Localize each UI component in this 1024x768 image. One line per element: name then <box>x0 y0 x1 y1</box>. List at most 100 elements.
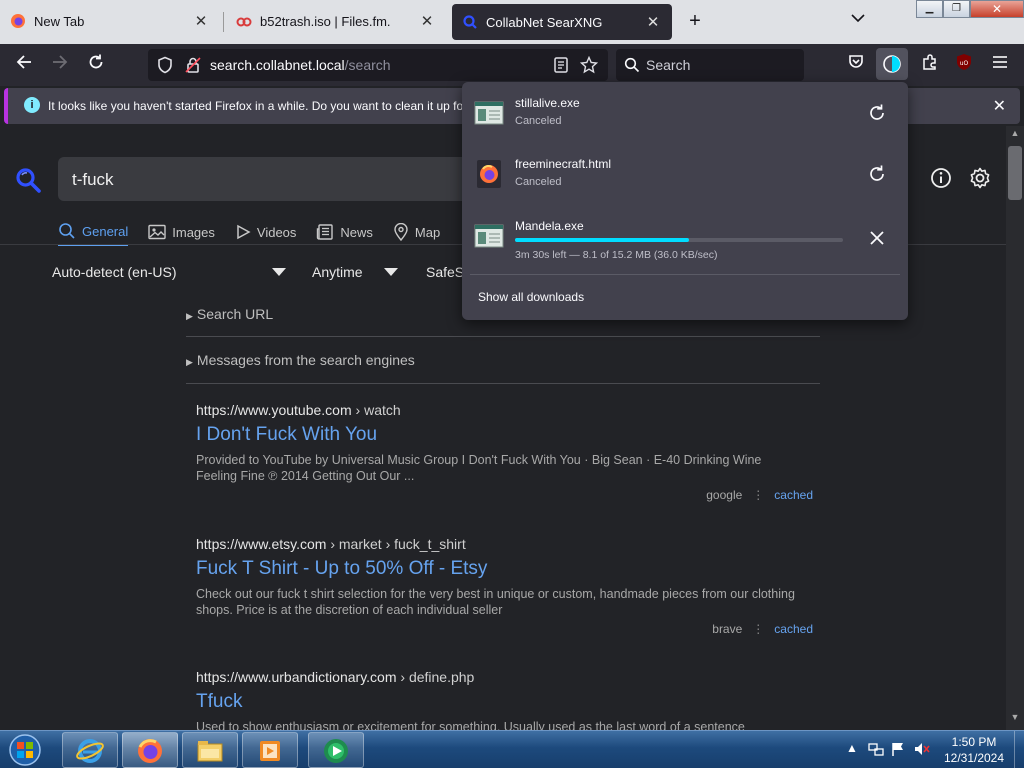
download-item[interactable]: freeminecraft.html Canceled <box>470 147 900 203</box>
download-progress-fill <box>515 238 689 242</box>
ublock-origin-button[interactable]: uO <box>952 53 976 77</box>
info-circle-icon[interactable] <box>930 167 952 189</box>
menu-button[interactable] <box>988 53 1012 77</box>
search-input[interactable]: t-fuck <box>58 157 478 201</box>
scrollbar-thumb[interactable] <box>1008 146 1022 200</box>
result-title-link[interactable]: I Don't Fuck With You <box>196 424 816 446</box>
cancel-icon[interactable] <box>866 227 888 249</box>
engine-messages-toggle[interactable]: ▶ Messages from the search engines <box>186 352 820 368</box>
tab-new-tab[interactable]: New Tab ✕ <box>0 2 220 40</box>
extensions-button[interactable] <box>918 53 942 77</box>
tab-images[interactable]: Images <box>148 218 215 246</box>
tab-label: General <box>82 223 129 239</box>
notification-close-button[interactable]: ✕ <box>993 96 1006 116</box>
triangle-right-icon: ▶ <box>186 311 193 321</box>
volume-muted-icon[interactable] <box>914 741 930 757</box>
search-result: https://www.youtube.com › watch I Don't … <box>196 402 816 512</box>
insecure-lock-icon[interactable] <box>184 56 202 74</box>
safesearch-select[interactable]: SafeS <box>426 264 464 280</box>
tab-title: b52trash.iso | Files.fm. <box>260 13 391 29</box>
page-scrollbar[interactable]: ▲ ▼ <box>1006 126 1024 730</box>
result-url[interactable]: https://www.urbandictionary.com › define… <box>196 669 816 685</box>
result-url[interactable]: https://www.etsy.com › market › fuck_t_s… <box>196 536 816 552</box>
close-icon[interactable]: ✕ <box>644 13 662 31</box>
language-select[interactable]: Auto-detect (en-US) <box>52 264 177 280</box>
close-icon[interactable]: ✕ <box>192 12 210 30</box>
taskbar-internet-explorer[interactable] <box>62 732 118 768</box>
reload-button[interactable] <box>84 53 108 77</box>
shield-icon[interactable] <box>156 56 174 74</box>
show-desktop-button[interactable] <box>1014 731 1024 768</box>
download-item-in-progress[interactable]: Mandela.exe 3m 30s left — 8.1 of 15.2 MB… <box>470 209 900 265</box>
download-status: Canceled <box>515 115 562 127</box>
network-icon[interactable] <box>868 741 884 757</box>
caret-down-icon[interactable] <box>272 268 286 276</box>
file-explorer-icon <box>197 741 223 762</box>
result-title-link[interactable]: Fuck T Shirt - Up to 50% Off - Etsy <box>196 558 816 580</box>
play-icon <box>237 224 251 240</box>
show-hidden-icons-arrow-icon[interactable]: ▲ <box>844 741 860 757</box>
tab-label: Images <box>172 224 215 240</box>
retry-icon[interactable] <box>866 163 888 185</box>
action-center-flag-icon[interactable] <box>890 741 906 757</box>
list-all-tabs-button[interactable] <box>848 11 868 33</box>
notification-text: It looks like you haven't started Firefo… <box>48 99 468 113</box>
reader-view-icon[interactable] <box>552 56 570 74</box>
caret-down-icon[interactable] <box>384 268 398 276</box>
download-filename: stillalive.exe <box>515 96 580 110</box>
tab-map[interactable]: Map <box>393 218 440 246</box>
result-snippet: Check out our fuck t shirt selection for… <box>196 587 795 617</box>
clock-time: 1:50 PM <box>951 735 997 749</box>
arrow-right-icon <box>53 55 68 69</box>
result-url[interactable]: https://www.youtube.com › watch <box>196 402 816 418</box>
scroll-down-arrow-icon[interactable]: ▼ <box>1006 712 1024 728</box>
downloads-button[interactable] <box>876 48 908 80</box>
exe-file-icon <box>474 101 504 125</box>
ublock-origin-icon: uO <box>957 54 971 70</box>
time-range-select[interactable]: Anytime <box>312 264 363 280</box>
window-close-button[interactable]: ✕ <box>970 0 1024 18</box>
firefox-icon <box>11 14 25 28</box>
gear-icon[interactable] <box>968 166 992 190</box>
image-icon <box>148 224 166 240</box>
pocket-icon <box>849 55 863 68</box>
download-filename: Mandela.exe <box>515 219 584 233</box>
downloads-panel: stillalive.exe Canceled freeminecraft.ht… <box>462 82 908 320</box>
new-tab-button[interactable]: + <box>684 11 706 33</box>
tab-b52trash[interactable]: b52trash.iso | Files.fm. ✕ <box>226 2 446 40</box>
tab-general[interactable]: General <box>58 218 129 246</box>
result-title-link[interactable]: Tfuck <box>196 691 816 713</box>
start-button-icon[interactable] <box>4 732 46 768</box>
bookmark-star-icon[interactable] <box>580 56 598 74</box>
download-item[interactable]: stillalive.exe Canceled <box>470 86 900 142</box>
tab-news[interactable]: News <box>316 218 373 246</box>
retry-icon[interactable] <box>866 102 888 124</box>
taskbar-file-explorer[interactable] <box>182 732 238 768</box>
result-engine: google <box>706 488 743 502</box>
back-button[interactable] <box>12 53 36 77</box>
cached-link[interactable]: cached <box>774 622 813 636</box>
window-controls: ▁ ❐ ✕ <box>916 0 1024 20</box>
show-all-downloads-button[interactable]: Show all downloads <box>478 290 584 304</box>
forward-button[interactable] <box>48 53 72 77</box>
search-query: t-fuck <box>72 170 114 189</box>
media-center-icon <box>324 739 348 763</box>
taskbar-media-player[interactable] <box>242 732 298 768</box>
tab-collabnet-searxng[interactable]: CollabNet SearXNG ✕ <box>452 4 672 40</box>
minimize-button[interactable]: ▁ <box>916 0 943 18</box>
cached-link[interactable]: cached <box>774 488 813 502</box>
pocket-button[interactable] <box>844 53 868 77</box>
url-text[interactable]: search.collabnet.local/search <box>210 57 391 73</box>
search-bar[interactable]: Search <box>616 49 804 81</box>
url-bar[interactable]: search.collabnet.local/search <box>148 49 608 81</box>
clock[interactable]: 1:50 PM 12/31/2024 <box>936 734 1012 766</box>
scroll-up-arrow-icon[interactable]: ▲ <box>1006 128 1024 144</box>
tab-videos[interactable]: Videos <box>235 218 296 246</box>
searxng-logo-icon[interactable] <box>14 166 42 194</box>
taskbar-media-center[interactable] <box>308 732 364 768</box>
taskbar-firefox[interactable] <box>122 732 178 768</box>
collapsible-label: Messages from the search engines <box>196 352 415 368</box>
download-progress-bar <box>515 238 843 242</box>
close-icon[interactable]: ✕ <box>418 12 436 30</box>
restore-button[interactable]: ❐ <box>943 0 970 18</box>
